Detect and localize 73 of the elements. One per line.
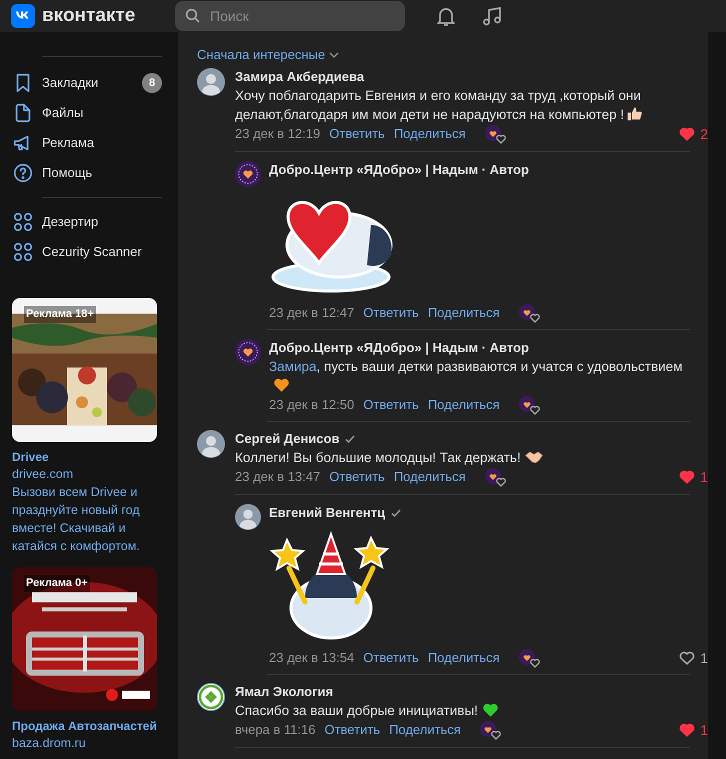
ad-title[interactable]: Drivee bbox=[12, 448, 162, 466]
author-name[interactable]: Евгений Венгентц bbox=[269, 503, 386, 523]
comment-text: Коллеги! Вы большие молодцы! Так держать! bbox=[235, 448, 708, 467]
heart-icon bbox=[679, 651, 696, 665]
comment-time: 23 дек в 12:19 bbox=[235, 125, 320, 144]
like-button[interactable]: 1 bbox=[679, 466, 708, 488]
reply-link[interactable]: Ответить bbox=[324, 720, 380, 740]
reaction-icon[interactable] bbox=[484, 124, 508, 144]
author-name[interactable]: Добро.Центр «ЯДобро» | Надым · Автор bbox=[269, 338, 529, 358]
search-field[interactable]: Поиск bbox=[175, 1, 405, 31]
ad-domain: baza.drom.ru bbox=[12, 735, 87, 752]
share-link[interactable]: Поделиться bbox=[394, 467, 466, 487]
avatar[interactable] bbox=[235, 504, 261, 530]
share-link[interactable]: Поделиться bbox=[428, 303, 500, 323]
author-name[interactable]: Добро.Центр «ЯДобро» | Надым · Автор bbox=[269, 160, 529, 180]
avatar[interactable] bbox=[235, 161, 261, 187]
reaction-icon[interactable] bbox=[478, 720, 503, 740]
like-button[interactable]: 2 bbox=[679, 124, 708, 144]
reply-link[interactable]: Ответить bbox=[329, 467, 385, 487]
heart-icon bbox=[679, 127, 696, 141]
comment-text: Замира, пусть ваши детки развиваются и учатся с удовольствием bbox=[269, 357, 708, 395]
mention-link[interactable]: Замира bbox=[269, 359, 317, 374]
avatar[interactable] bbox=[235, 339, 261, 365]
comment-text: Спасибо за ваши добрые инициативы! bbox=[235, 701, 708, 720]
sidebar-item[interactable]: Закладки bbox=[42, 73, 134, 93]
app-item[interactable]: Дезертир bbox=[42, 212, 98, 232]
apps-icon bbox=[12, 211, 34, 233]
music-icon[interactable] bbox=[480, 4, 504, 28]
share-link[interactable]: Поделиться bbox=[428, 395, 500, 415]
avatar[interactable] bbox=[197, 430, 225, 458]
sidebar-item[interactable]: Помощь bbox=[42, 163, 162, 183]
sidebar-item[interactable]: Файлы bbox=[42, 103, 162, 123]
ad-text: Вызови всем Drivee и празднуйте новый год вместе! Скачивай и катайся с комфортом. bbox=[12, 484, 141, 555]
like-button[interactable]: 1 bbox=[679, 720, 708, 740]
reaction-icon[interactable] bbox=[518, 395, 542, 415]
chevron-down-icon bbox=[329, 52, 340, 58]
reply-link[interactable]: Ответить bbox=[363, 648, 419, 668]
reaction-icon[interactable] bbox=[518, 648, 542, 668]
ad-domain: drivee.com bbox=[12, 466, 74, 483]
reaction-icon[interactable] bbox=[518, 303, 542, 323]
logo-text: вконтакте bbox=[42, 4, 136, 28]
ad-label: Реклама 18+ bbox=[24, 306, 96, 322]
help-icon bbox=[12, 162, 34, 184]
app-item[interactable]: Cezurity Scanner bbox=[42, 242, 142, 262]
share-link[interactable]: Поделиться bbox=[389, 720, 461, 740]
apps-icon bbox=[12, 241, 34, 263]
share-link[interactable]: Поделиться bbox=[394, 124, 466, 144]
logo-icon[interactable] bbox=[11, 4, 35, 28]
author-name[interactable]: Замира Акбердиева bbox=[235, 67, 364, 87]
comment-text: Хочу поблагодарить Евгения и его команду за труд ,который они делают,благодаря им мои дети не нарадуются на компьютер ! bbox=[235, 86, 708, 124]
author-name[interactable]: Сергей Денисов bbox=[235, 429, 340, 449]
search-icon bbox=[185, 8, 201, 24]
reply-link[interactable]: Ответить bbox=[363, 303, 419, 323]
ad-title[interactable]: Продажа Автозапчастей bbox=[12, 717, 162, 735]
reaction-icon[interactable] bbox=[484, 467, 508, 487]
ad-label: Реклама 0+ bbox=[24, 575, 90, 592]
share-link[interactable]: Поделиться bbox=[428, 648, 500, 668]
heart-icon bbox=[679, 470, 696, 484]
comment-time: 23 дек в 13:47 bbox=[235, 468, 320, 486]
comment-time: 23 дек в 12:47 bbox=[269, 304, 354, 322]
author-name[interactable]: Ямал Экология bbox=[235, 682, 334, 702]
comment-time: 23 дек в 12:50 bbox=[269, 396, 354, 414]
comment-time: 23 дек в 13:54 bbox=[269, 649, 354, 668]
heart-icon bbox=[679, 723, 696, 737]
sort-link[interactable]: Сначала интересные bbox=[197, 45, 326, 65]
avatar[interactable] bbox=[197, 683, 225, 711]
reply-link[interactable]: Ответить bbox=[363, 395, 419, 415]
reply-link[interactable]: Ответить bbox=[329, 124, 385, 144]
like-button[interactable]: 1 bbox=[679, 648, 708, 668]
sidebar-item[interactable]: Реклама bbox=[42, 133, 162, 153]
avatar[interactable] bbox=[197, 68, 225, 96]
count-badge: 8 bbox=[142, 73, 162, 93]
comment-time: вчера в 11:16 bbox=[235, 721, 316, 740]
